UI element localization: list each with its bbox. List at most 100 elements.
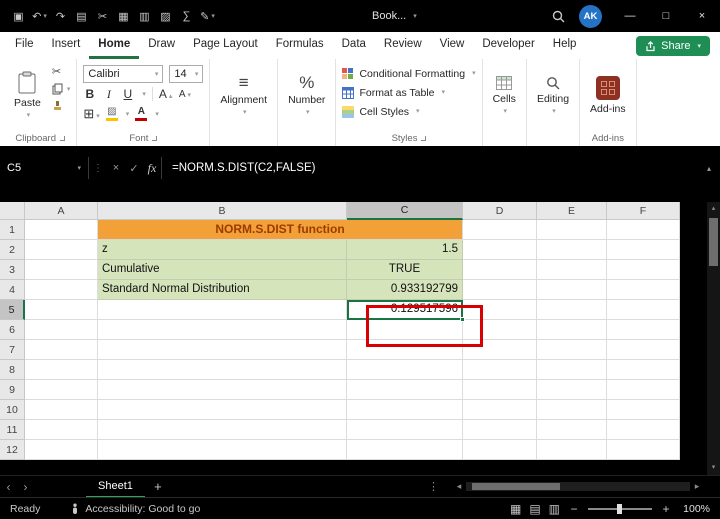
pen-icon[interactable]: ✎▾ [197, 5, 218, 27]
fill-handle[interactable] [460, 317, 465, 322]
save-icon[interactable]: ▣ [8, 5, 29, 27]
dialog-launcher-icon[interactable] [152, 136, 157, 141]
fill-color-button[interactable]: ▨ [106, 107, 118, 121]
table-icon[interactable]: ▦ [113, 5, 134, 27]
cut-button[interactable]: ✂ [52, 67, 71, 78]
row-header-9[interactable]: 9 [0, 380, 25, 400]
zoom-slider[interactable] [588, 508, 652, 510]
vertical-scrollbar-thumb[interactable] [709, 218, 718, 266]
decrease-font-button[interactable]: A▾ [178, 89, 191, 100]
tab-page-layout[interactable]: Page Layout [184, 32, 267, 59]
horizontal-scrollbar-thumb[interactable] [472, 483, 560, 490]
select-all-corner[interactable] [0, 202, 25, 220]
document-title[interactable]: Book... ▾ [372, 0, 417, 32]
tab-insert[interactable]: Insert [43, 32, 90, 59]
increase-font-button[interactable]: A▴ [159, 87, 173, 101]
cell-c3[interactable]: TRUE [347, 260, 463, 280]
formula-input[interactable]: =NORM.S.DIST(C2,FALSE) [162, 162, 698, 174]
autosum-icon[interactable]: ∑ [176, 5, 197, 27]
tab-view[interactable]: View [431, 32, 474, 59]
row-header-3[interactable]: 3 [0, 260, 25, 280]
sheet-tab-sheet1[interactable]: Sheet1 [86, 476, 145, 498]
cell-b1-merged-title[interactable]: NORM.S.DIST function [98, 220, 463, 240]
cells-button[interactable]: Cells ▾ [489, 64, 520, 126]
conditional-formatting-button[interactable]: Conditional Formatting ▾ [342, 64, 475, 83]
cell-styles-button[interactable]: Cell Styles ▾ [342, 102, 475, 121]
row-header-10[interactable]: 10 [0, 400, 25, 420]
column-header-f[interactable]: F [607, 202, 680, 220]
vertical-scrollbar[interactable]: ▴ ▾ [707, 202, 720, 475]
borders-button[interactable]: ⊞▾ [83, 106, 99, 122]
tab-draw[interactable]: Draw [139, 32, 184, 59]
tab-developer[interactable]: Developer [473, 32, 543, 59]
row-header-4[interactable]: 4 [0, 280, 25, 300]
cell-c4[interactable]: 0.933192799 [347, 280, 463, 300]
tab-review[interactable]: Review [375, 32, 431, 59]
copy-button[interactable]: ▾ [52, 83, 71, 95]
fill-icon[interactable]: ▨ [155, 5, 176, 27]
row-header-5[interactable]: 5 [0, 300, 25, 320]
scroll-right-icon[interactable]: ▸ [690, 481, 704, 492]
dialog-launcher-icon[interactable] [421, 136, 426, 141]
row-header-6[interactable]: 6 [0, 320, 25, 340]
avatar[interactable]: AK [579, 5, 602, 28]
tab-data[interactable]: Data [333, 32, 375, 59]
drag-handle-icon[interactable]: ⋮ [89, 163, 107, 174]
accessibility-status[interactable]: Accessibility: Good to go [70, 503, 200, 515]
editing-button[interactable]: Editing ▾ [533, 64, 573, 126]
format-painter-button[interactable] [52, 100, 71, 112]
format-as-table-button[interactable]: Format as Table ▾ [342, 83, 475, 102]
tab-help[interactable]: Help [544, 32, 586, 59]
next-sheet-button[interactable]: › [17, 480, 34, 494]
column-header-c[interactable]: C [347, 202, 463, 220]
row-header-8[interactable]: 8 [0, 360, 25, 380]
cell-c2[interactable]: 1.5 [347, 240, 463, 260]
tab-home[interactable]: Home [89, 32, 139, 59]
scroll-down-icon[interactable]: ▾ [707, 461, 720, 475]
redo-icon[interactable]: ↷ [50, 5, 71, 27]
tab-file[interactable]: File [6, 32, 43, 59]
column-header-a[interactable]: A [25, 202, 98, 220]
sheet-options-icon[interactable]: ⋮ [428, 480, 439, 493]
scroll-up-icon[interactable]: ▴ [707, 202, 720, 216]
previous-sheet-button[interactable]: ‹ [0, 480, 17, 494]
row-header-1[interactable]: 1 [0, 220, 25, 240]
clipboard-icon[interactable]: ▤ [71, 5, 92, 27]
page-break-view-button[interactable]: ▥ [549, 502, 560, 516]
addins-button[interactable]: Add-ins [586, 64, 630, 126]
cut-icon[interactable]: ✂ [92, 5, 113, 27]
alignment-button[interactable]: ≡ Alignment ▾ [216, 64, 271, 126]
close-button[interactable]: × [684, 0, 720, 32]
number-button[interactable]: % Number ▾ [284, 64, 329, 126]
maximize-button[interactable]: □ [648, 0, 684, 32]
dialog-launcher-icon[interactable] [60, 136, 65, 141]
font-name-combo[interactable]: Calibri ▾ [83, 65, 163, 83]
bold-button[interactable]: B [83, 87, 96, 101]
column-header-d[interactable]: D [463, 202, 537, 220]
insert-function-button[interactable]: fx [143, 161, 161, 176]
cell-b2[interactable]: z [98, 240, 347, 260]
chart-icon[interactable]: ▥ [134, 5, 155, 27]
scroll-left-icon[interactable]: ◂ [452, 481, 466, 492]
column-header-b[interactable]: B [98, 202, 347, 220]
zoom-out-button[interactable]: − [568, 502, 580, 516]
paste-button[interactable]: Paste ▾ [10, 64, 45, 126]
cell-c5-active[interactable]: 0.129517596 [347, 300, 463, 320]
add-sheet-button[interactable]: + [145, 479, 171, 494]
row-header-2[interactable]: 2 [0, 240, 25, 260]
normal-view-button[interactable]: ▦ [510, 502, 521, 516]
sheet-grid[interactable]: NORM.S.DIST function z 1.5 Cumulative TR… [25, 220, 680, 460]
tab-formulas[interactable]: Formulas [267, 32, 333, 59]
search-icon[interactable] [545, 10, 571, 23]
collapse-formula-bar-icon[interactable]: ▴ [698, 164, 720, 173]
enter-button[interactable]: ✓ [125, 162, 143, 175]
row-header-11[interactable]: 11 [0, 420, 25, 440]
horizontal-scrollbar[interactable]: ◂ ▸ [452, 476, 704, 498]
zoom-level[interactable]: 100% [680, 503, 710, 515]
zoom-slider-thumb[interactable] [617, 504, 622, 514]
minimize-button[interactable]: — [612, 0, 648, 32]
name-box[interactable]: C5 ▾ [0, 156, 88, 180]
undo-icon[interactable]: ↶▾ [29, 5, 50, 27]
row-header-7[interactable]: 7 [0, 340, 25, 360]
column-header-e[interactable]: E [537, 202, 607, 220]
